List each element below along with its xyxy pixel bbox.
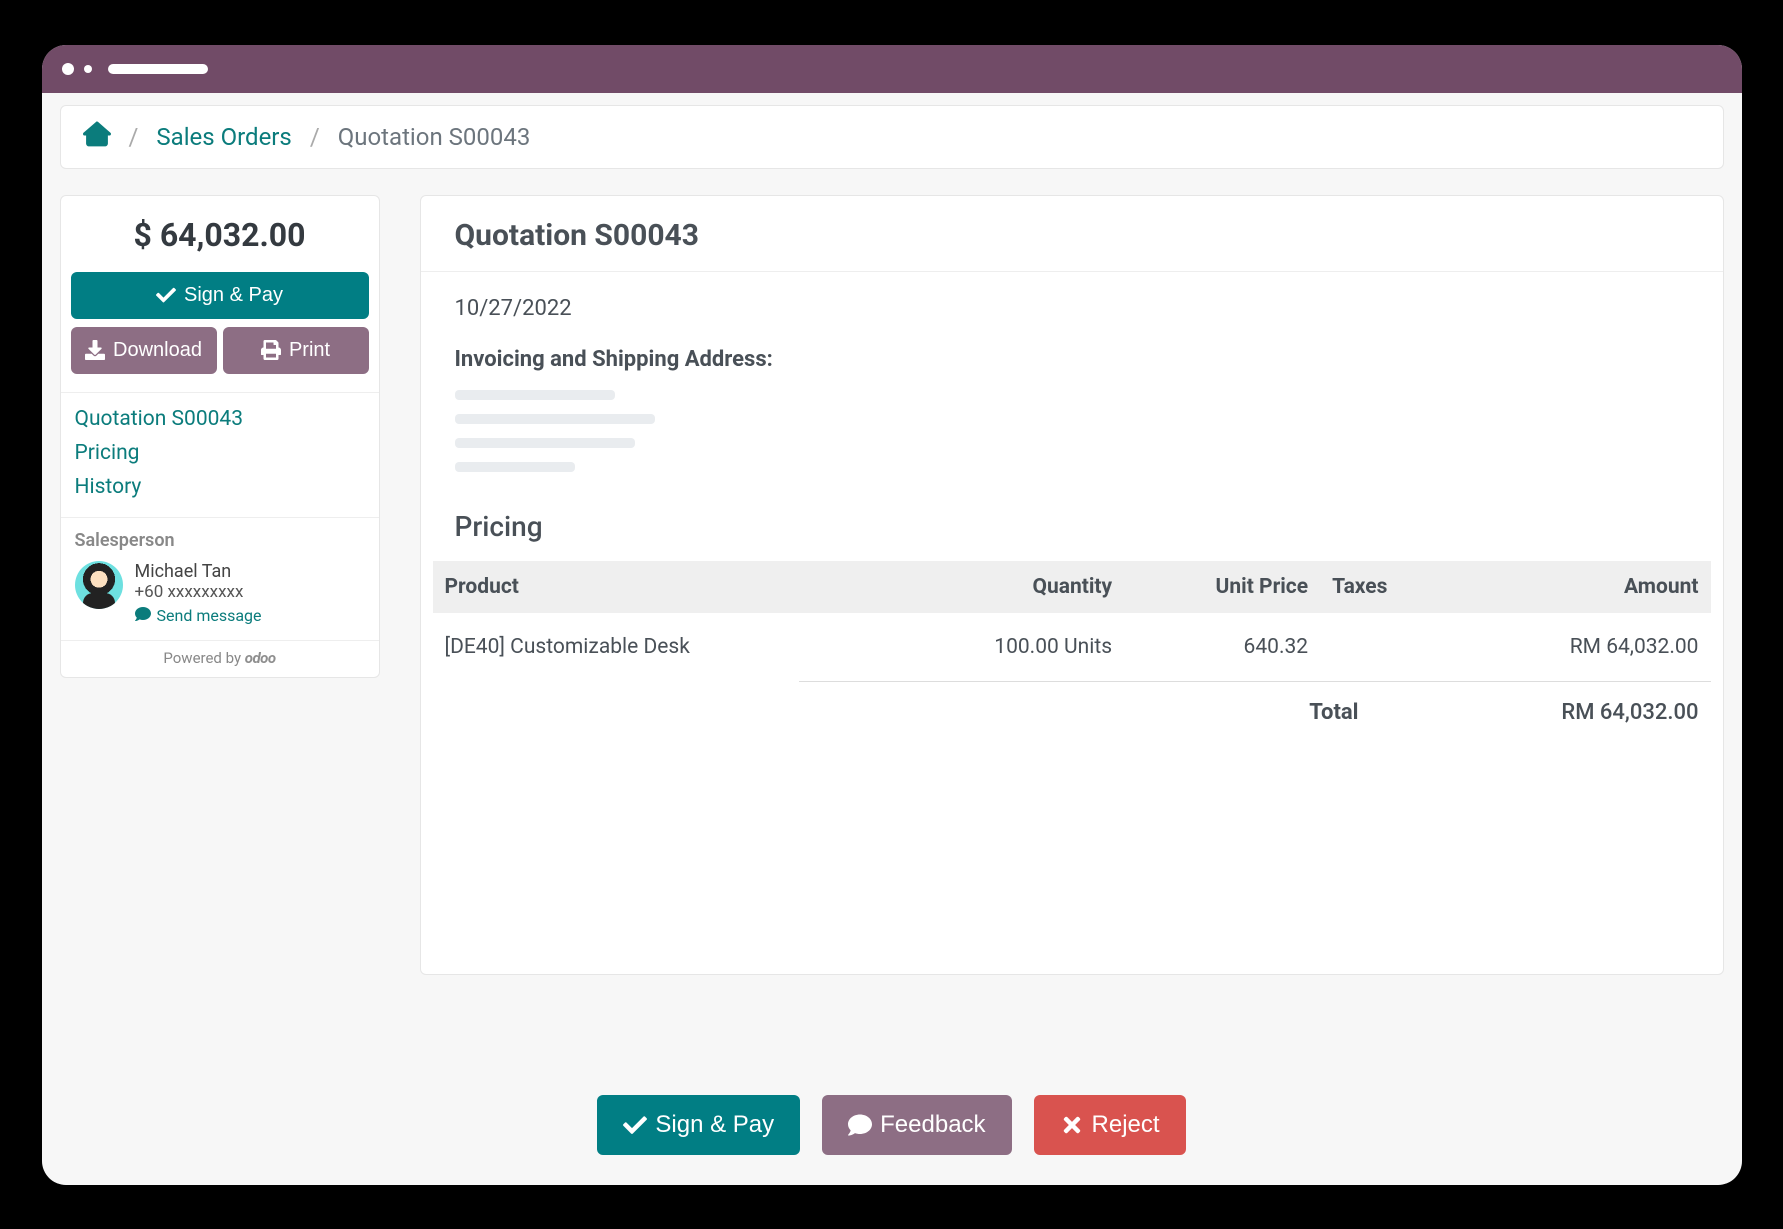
salesperson-label: Salesperson <box>75 530 365 551</box>
sign-pay-button[interactable]: Sign & Pay <box>71 272 369 319</box>
window-dot-icon <box>84 65 92 73</box>
window-url-bar-placeholder <box>108 64 208 74</box>
button-label: Feedback <box>880 1111 985 1139</box>
download-icon <box>85 340 105 360</box>
send-message-label: Send message <box>157 606 262 625</box>
breadcrumb-home-link[interactable] <box>83 120 111 154</box>
footer-actions: Sign & Pay Feedback Reject <box>42 1095 1742 1155</box>
breadcrumb-current: Quotation S00043 <box>338 123 531 151</box>
cell-quantity: 100.00 Units <box>886 613 1124 681</box>
window-titlebar <box>42 45 1742 93</box>
window-dot-icon <box>62 63 74 75</box>
sidebar-nav-links: Quotation S00043 Pricing History <box>61 392 379 517</box>
sidebar: $ 64,032.00 Sign & Pay Download <box>60 195 380 678</box>
footer-feedback-button[interactable]: Feedback <box>822 1095 1011 1155</box>
total-value: RM 64,032.00 <box>1529 700 1699 725</box>
salesperson-avatar <box>75 561 123 609</box>
print-button[interactable]: Print <box>223 327 369 374</box>
salesperson-section: Salesperson Michael Tan +60 xxxxxxxxx Se… <box>61 517 379 640</box>
col-unit-price: Unit Price <box>1124 561 1320 613</box>
breadcrumb-separator: / <box>129 123 139 151</box>
salesperson-name: Michael Tan <box>135 561 262 582</box>
app-window: / Sales Orders / Quotation S00043 $ 64,0… <box>42 45 1742 1185</box>
table-header-row: Product Quantity Unit Price Taxes Amount <box>433 561 1711 613</box>
col-amount: Amount <box>1454 561 1711 613</box>
address-label: Invoicing and Shipping Address: <box>455 347 1689 372</box>
breadcrumb: / Sales Orders / Quotation S00043 <box>60 105 1724 169</box>
home-icon <box>83 120 111 154</box>
sidebar-link-quotation[interactable]: Quotation S00043 <box>75 407 365 431</box>
address-placeholder-line <box>455 462 575 472</box>
send-message-link[interactable]: Send message <box>135 606 262 626</box>
pricing-heading: Pricing <box>421 486 1723 551</box>
chat-icon <box>848 1113 872 1137</box>
page-content: / Sales Orders / Quotation S00043 $ 64,0… <box>42 93 1742 1185</box>
cell-taxes <box>1320 613 1453 681</box>
button-label: Download <box>113 339 202 362</box>
check-icon <box>623 1113 647 1137</box>
table-row: [DE40] Customizable Desk 100.00 Units 64… <box>433 613 1711 681</box>
col-taxes: Taxes <box>1320 561 1453 613</box>
quotation-date: 10/27/2022 <box>455 296 1689 321</box>
powered-by: Powered by odoo <box>61 640 379 677</box>
page-body: $ 64,032.00 Sign & Pay Download <box>60 195 1724 1185</box>
print-icon <box>261 340 281 360</box>
button-label: Sign & Pay <box>655 1111 774 1139</box>
sidebar-total-amount: $ 64,032.00 <box>61 196 379 272</box>
breadcrumb-sales-orders-link[interactable]: Sales Orders <box>156 123 291 151</box>
footer-sign-pay-button[interactable]: Sign & Pay <box>597 1095 800 1155</box>
totals-row: Total RM 64,032.00 <box>799 681 1711 725</box>
check-icon <box>156 285 176 305</box>
sidebar-link-pricing[interactable]: Pricing <box>75 441 365 465</box>
button-label: Sign & Pay <box>184 284 283 307</box>
cell-amount: RM 64,032.00 <box>1454 613 1711 681</box>
col-quantity: Quantity <box>886 561 1124 613</box>
pricing-table: Product Quantity Unit Price Taxes Amount… <box>433 561 1711 681</box>
total-label: Total <box>1309 700 1358 725</box>
download-button[interactable]: Download <box>71 327 217 374</box>
main-panel: Quotation S00043 10/27/2022 Invoicing an… <box>420 195 1724 975</box>
breadcrumb-separator: / <box>310 123 320 151</box>
salesperson-phone: +60 xxxxxxxxx <box>135 582 262 602</box>
odoo-logo: odoo <box>245 649 276 667</box>
address-placeholder-line <box>455 438 635 448</box>
col-product: Product <box>433 561 886 613</box>
close-icon <box>1060 1113 1084 1137</box>
button-label: Reject <box>1092 1111 1160 1139</box>
address-placeholder-line <box>455 390 615 400</box>
quotation-title: Quotation S00043 <box>421 196 1723 271</box>
chat-icon <box>135 606 151 626</box>
cell-product: [DE40] Customizable Desk <box>433 613 886 681</box>
address-placeholder-line <box>455 414 655 424</box>
button-label: Print <box>289 339 330 362</box>
sidebar-link-history[interactable]: History <box>75 475 365 499</box>
cell-unit-price: 640.32 <box>1124 613 1320 681</box>
powered-by-label: Powered by <box>163 649 241 667</box>
footer-reject-button[interactable]: Reject <box>1034 1095 1186 1155</box>
